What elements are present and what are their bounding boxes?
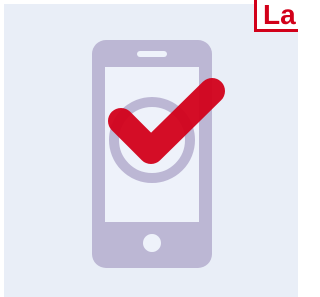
- illustration: [92, 40, 225, 268]
- corner-badge: La: [254, 0, 298, 32]
- phone-speaker: [137, 51, 167, 57]
- phone-home-button: [143, 234, 161, 252]
- verification-graphic: La: [0, 0, 298, 297]
- badge-text: La: [263, 0, 296, 30]
